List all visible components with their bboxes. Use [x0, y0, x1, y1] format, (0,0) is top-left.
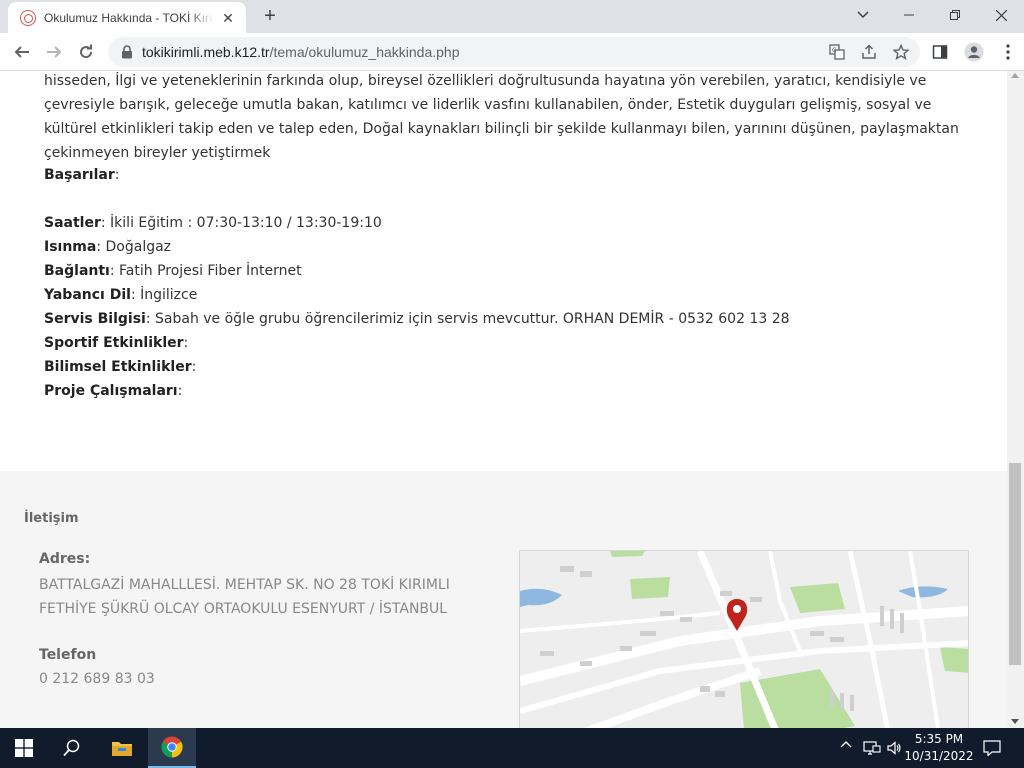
translate-icon[interactable]: G	[826, 42, 848, 62]
svg-text:G: G	[832, 47, 837, 54]
mission-paragraph: hisseden, İlgi ve yeteneklerinin farkınd…	[44, 73, 959, 161]
info-servis-bilgisi: Servis Bilgisi: Sabah ve öğle grubu öğre…	[44, 311, 790, 327]
address-text: BATTALGAZİ MAHALLLESİ. MEHTAP SK. NO 28 …	[39, 577, 450, 617]
network-icon[interactable]	[862, 740, 882, 756]
minimize-icon[interactable]	[886, 0, 932, 30]
search-icon[interactable]	[48, 728, 96, 768]
browser-tab-active[interactable]: Okulumuz Hakkında - TOKİ Kırım ✕	[8, 2, 246, 33]
system-clock[interactable]: 5:35 PM 10/31/2022	[900, 731, 978, 765]
share-icon[interactable]	[858, 42, 880, 62]
close-window-icon[interactable]	[978, 0, 1024, 30]
favicon-icon	[20, 9, 36, 26]
windows-start-icon[interactable]	[0, 728, 48, 768]
restore-icon[interactable]	[932, 0, 978, 30]
info-basarilar: Başarılar:	[44, 167, 120, 183]
url-text: tokikirimli.meb.k12.tr/tema/okulumuz_hak…	[142, 44, 460, 60]
side-panel-icon[interactable]	[926, 38, 954, 66]
scroll-up-arrow[interactable]	[1011, 73, 1019, 78]
address-bar[interactable]: tokikirimli.meb.k12.tr/tema/okulumuz_hak…	[108, 37, 920, 67]
page-viewport: hisseden, İlgi ve yeteneklerinin farkınd…	[0, 71, 1007, 728]
file-explorer-icon[interactable]	[98, 728, 146, 768]
forward-icon[interactable]	[40, 38, 68, 66]
info-isinma: Isınma: Doğalgaz	[44, 239, 172, 255]
contact-footer: İletişim Adres: BATTALGAZİ MAHALLLESİ. M…	[0, 471, 1007, 728]
clock-date: 10/31/2022	[904, 749, 974, 763]
star-icon[interactable]	[890, 42, 912, 62]
browser-toolbar: tokikirimli.meb.k12.tr/tema/okulumuz_hak…	[0, 33, 1024, 71]
phone-label: Telefon	[39, 647, 97, 663]
chrome-icon[interactable]	[148, 728, 196, 768]
reload-icon[interactable]	[72, 38, 100, 66]
tab-strip: Okulumuz Hakkında - TOKİ Kırım ✕ +	[0, 0, 1024, 33]
back-icon[interactable]	[8, 38, 36, 66]
windows-taskbar: 5:35 PM 10/31/2022	[0, 728, 1024, 768]
chevron-down-icon[interactable]	[848, 4, 878, 26]
tab-title: Okulumuz Hakkında - TOKİ Kırım	[44, 10, 214, 25]
chevron-up-icon[interactable]	[838, 740, 854, 748]
location-map[interactable]	[519, 550, 969, 728]
info-yabanci-dil: Yabancı Dil: İngilizce	[44, 287, 198, 303]
clock-time: 5:35 PM	[914, 732, 964, 746]
info-baglanti: Bağlantı: Fatih Projesi Fiber İnternet	[44, 263, 302, 279]
info-bilimsel-etkinlikler: Bilimsel Etkinlikler:	[44, 359, 197, 375]
info-saatler: Saatler: İkili Eğitim : 07:30-13:10 / 13…	[44, 215, 382, 231]
info-proje-calismalari: Proje Çalışmaları:	[44, 383, 183, 399]
profile-icon[interactable]	[960, 38, 988, 66]
address-label: Adres:	[39, 551, 91, 567]
scrollbar-thumb[interactable]	[1009, 463, 1021, 665]
lock-icon[interactable]	[120, 45, 134, 59]
plus-icon[interactable]: +	[258, 5, 282, 29]
close-icon[interactable]: ✕	[220, 10, 236, 26]
notification-icon[interactable]	[982, 740, 1002, 756]
page-scrollbar[interactable]	[1007, 71, 1024, 728]
info-sportif-etkinlikler: Sportif Etkinlikler:	[44, 335, 189, 351]
scroll-down-arrow[interactable]	[1011, 719, 1019, 724]
menu-icon[interactable]	[994, 38, 1022, 66]
contact-title: İletişim	[24, 511, 79, 526]
phone-text: 0 212 689 83 03	[39, 671, 155, 687]
